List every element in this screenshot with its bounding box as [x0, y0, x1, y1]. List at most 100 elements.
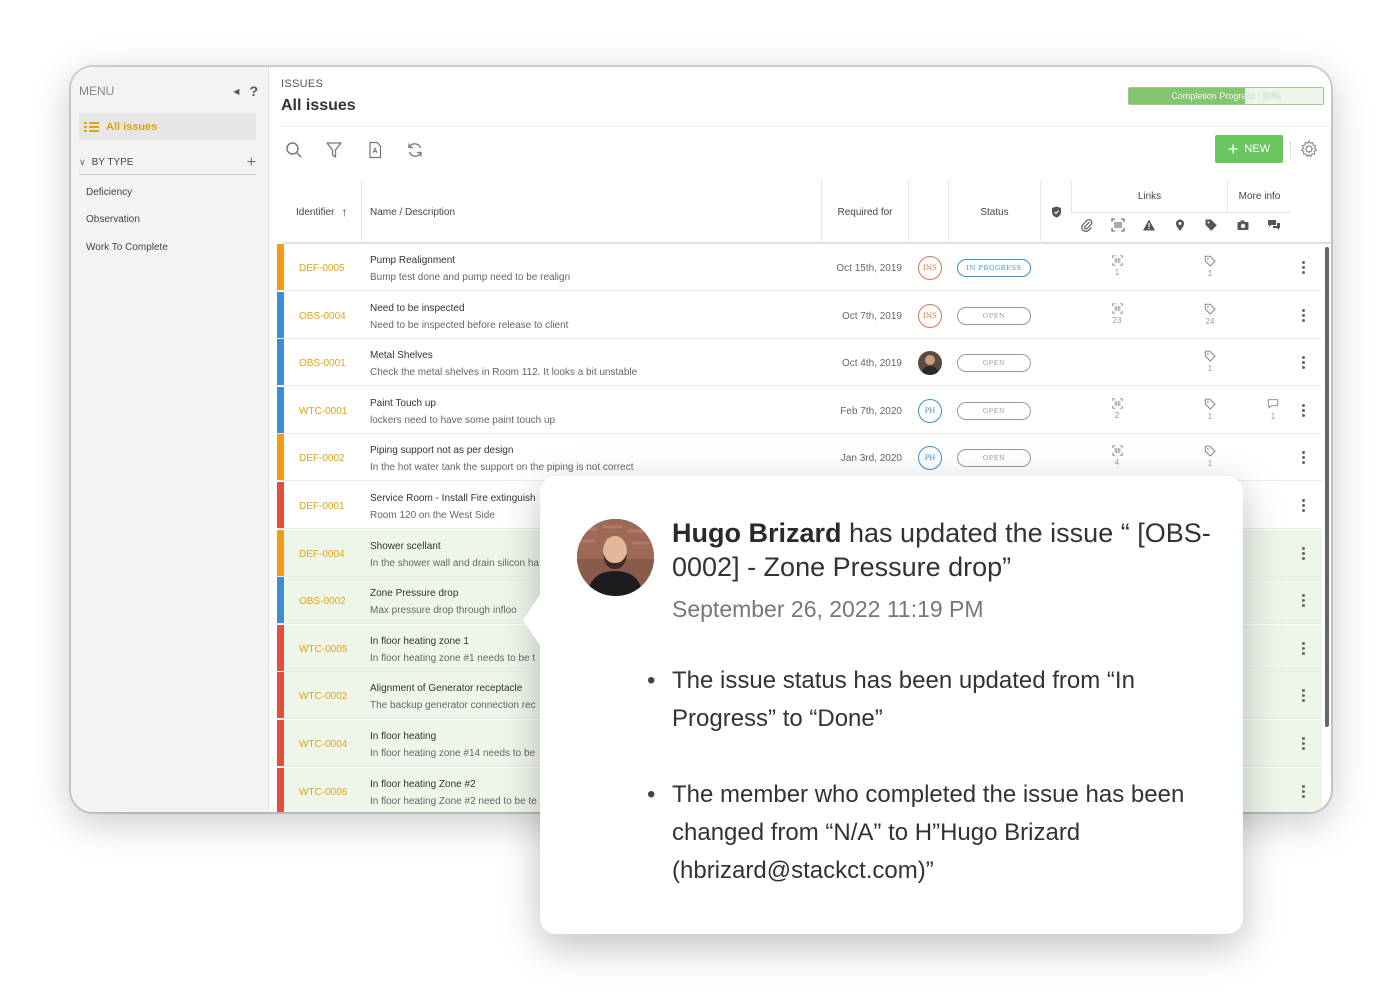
link-scan-count[interactable]: 23 — [1109, 302, 1125, 325]
type-color-bar — [277, 339, 284, 386]
new-issue-button[interactable]: + NEW — [1215, 135, 1283, 163]
issue-description: In the shower wall and drain silicon ha — [370, 557, 539, 569]
location-pin-icon[interactable] — [1173, 218, 1187, 232]
barcode-scan-icon[interactable] — [1111, 218, 1125, 232]
link-tag-count[interactable]: 1 — [1202, 350, 1218, 373]
col-name[interactable]: Name / Description — [361, 180, 821, 244]
link-chat-count[interactable]: 1 — [1265, 398, 1281, 421]
paperclip-icon[interactable] — [1080, 218, 1094, 232]
breadcrumb: ISSUES — [281, 78, 324, 90]
link-count: 4 — [1114, 458, 1120, 468]
issue-identifier[interactable]: DEF-0004 — [299, 549, 345, 560]
sort-up-icon[interactable]: ↑ — [341, 205, 347, 219]
filter-icon[interactable] — [325, 141, 343, 159]
shield-icon — [1051, 206, 1061, 218]
avatar[interactable] — [918, 351, 942, 376]
status-badge[interactable]: OPEN — [957, 306, 1031, 325]
warning-icon[interactable] — [1142, 218, 1156, 232]
assignee-badge[interactable]: PH — [918, 398, 942, 423]
issue-name: Piping support not as per design — [370, 445, 514, 457]
col-required[interactable]: Required for — [821, 180, 908, 244]
issue-identifier[interactable]: DEF-0002 — [299, 453, 345, 464]
search-icon[interactable] — [285, 141, 303, 159]
tag-icon[interactable] — [1204, 218, 1218, 232]
link-tag-count[interactable]: 1 — [1202, 445, 1218, 468]
table-row[interactable]: DEF-0002 Piping support not as per design… — [277, 434, 1322, 482]
row-menu-icon[interactable] — [1301, 451, 1307, 465]
link-tag-count[interactable]: 24 — [1202, 303, 1218, 326]
change-item: The issue status has been updated from “… — [647, 662, 1212, 738]
type-color-bar — [277, 767, 284, 812]
sidebar-item-work-to-complete[interactable]: Work To Complete — [86, 242, 168, 253]
link-tag-count[interactable]: 1 — [1202, 255, 1218, 278]
table-row[interactable]: OBS-0001 Metal Shelves Check the metal she… — [277, 339, 1322, 387]
help-icon[interactable]: ? — [249, 83, 258, 99]
table-row[interactable]: WTC-0001 Paint Touch up lockers need to ha… — [277, 386, 1322, 434]
issue-identifier[interactable]: OBS-0004 — [299, 311, 346, 322]
issue-identifier[interactable]: DEF-0005 — [299, 263, 345, 274]
issue-name: In floor heating — [370, 731, 437, 742]
col-badge — [908, 180, 948, 244]
row-menu-icon[interactable] — [1301, 356, 1307, 370]
status-badge[interactable]: OPEN — [957, 449, 1031, 468]
camera-icon[interactable] — [1236, 218, 1250, 232]
page-title: All issues — [281, 97, 356, 114]
notification-date: September 26, 2022 11:19 PM — [672, 596, 984, 622]
comments-icon[interactable] — [1267, 218, 1281, 232]
divider — [1071, 212, 1291, 213]
link-count: 1 — [1114, 268, 1120, 277]
col-more-info-label: More info — [1238, 190, 1281, 202]
status-badge[interactable]: IN PROGRESS — [957, 259, 1031, 277]
row-menu-icon[interactable] — [1301, 641, 1307, 656]
row-menu-icon[interactable] — [1301, 784, 1307, 799]
issue-identifier[interactable]: WTC-0001 — [299, 406, 347, 417]
issue-description: Bump test done and pump need to be reali… — [370, 272, 571, 283]
assignee-badge[interactable]: PH — [918, 446, 942, 471]
issue-identifier[interactable]: WTC-0006 — [299, 787, 347, 798]
row-menu-icon[interactable] — [1301, 594, 1307, 608]
issue-name: Paint Touch up — [370, 397, 436, 409]
pdf-export-icon[interactable] — [366, 141, 384, 159]
refresh-icon[interactable] — [406, 141, 424, 159]
type-color-bar — [277, 386, 284, 433]
row-menu-icon[interactable] — [1301, 737, 1307, 751]
completion-progress-bar: Completion Progress : 60% — [1128, 87, 1324, 105]
issue-identifier[interactable]: WTC-0005 — [299, 644, 347, 655]
issue-identifier[interactable]: WTC-0002 — [299, 691, 347, 702]
row-menu-icon[interactable] — [1301, 546, 1307, 561]
row-menu-icon[interactable] — [1301, 308, 1307, 323]
assignee-badge[interactable]: INS — [918, 303, 942, 328]
table-row[interactable]: DEF-0005 Pump Realignment Bump test done a… — [277, 244, 1322, 291]
issue-identifier[interactable]: DEF-0001 — [299, 501, 345, 512]
row-menu-icon[interactable] — [1301, 403, 1307, 418]
link-count: 1 — [1207, 411, 1213, 421]
sidebar-item-deficiency[interactable]: Deficiency — [86, 187, 132, 198]
row-menu-icon[interactable] — [1301, 689, 1307, 703]
collapse-caret-icon[interactable]: ◀ — [233, 87, 239, 96]
row-menu-icon[interactable] — [1301, 261, 1307, 275]
issue-identifier[interactable]: OBS-0001 — [299, 358, 346, 369]
add-type-icon[interactable]: + — [247, 154, 256, 172]
sidebar-item-observation[interactable]: Observation — [86, 214, 140, 225]
table-row[interactable]: OBS-0004 Need to be inspected Need to be i… — [277, 291, 1322, 339]
notification-user: Hugo Brizard — [672, 518, 842, 548]
by-type-section[interactable]: ∨ BY TYPE + — [79, 151, 256, 175]
status-badge[interactable]: OPEN — [957, 354, 1031, 373]
assignee-badge[interactable]: INS — [918, 256, 942, 280]
col-links-label: Links — [1137, 190, 1162, 202]
issue-identifier[interactable]: OBS-0002 — [299, 596, 346, 607]
row-menu-icon[interactable] — [1301, 499, 1307, 513]
link-scan-count[interactable]: 4 — [1109, 445, 1125, 467]
link-scan-count[interactable]: 1 — [1109, 255, 1125, 277]
link-tag-count[interactable]: 1 — [1202, 398, 1218, 421]
col-status[interactable]: Status — [948, 180, 1040, 244]
issue-identifier[interactable]: WTC-0004 — [299, 739, 347, 750]
col-identifier[interactable]: Identifier ↑ — [283, 180, 361, 244]
status-badge[interactable]: OPEN — [957, 401, 1031, 420]
link-scan-count[interactable]: 2 — [1109, 398, 1125, 420]
scrollbar[interactable] — [1325, 247, 1329, 727]
sidebar-item-all-issues[interactable]: All issues — [79, 113, 256, 140]
notification-changes: The issue status has been updated from “… — [647, 662, 1212, 928]
gear-icon[interactable] — [1299, 139, 1319, 159]
col-shield[interactable] — [1040, 180, 1071, 244]
